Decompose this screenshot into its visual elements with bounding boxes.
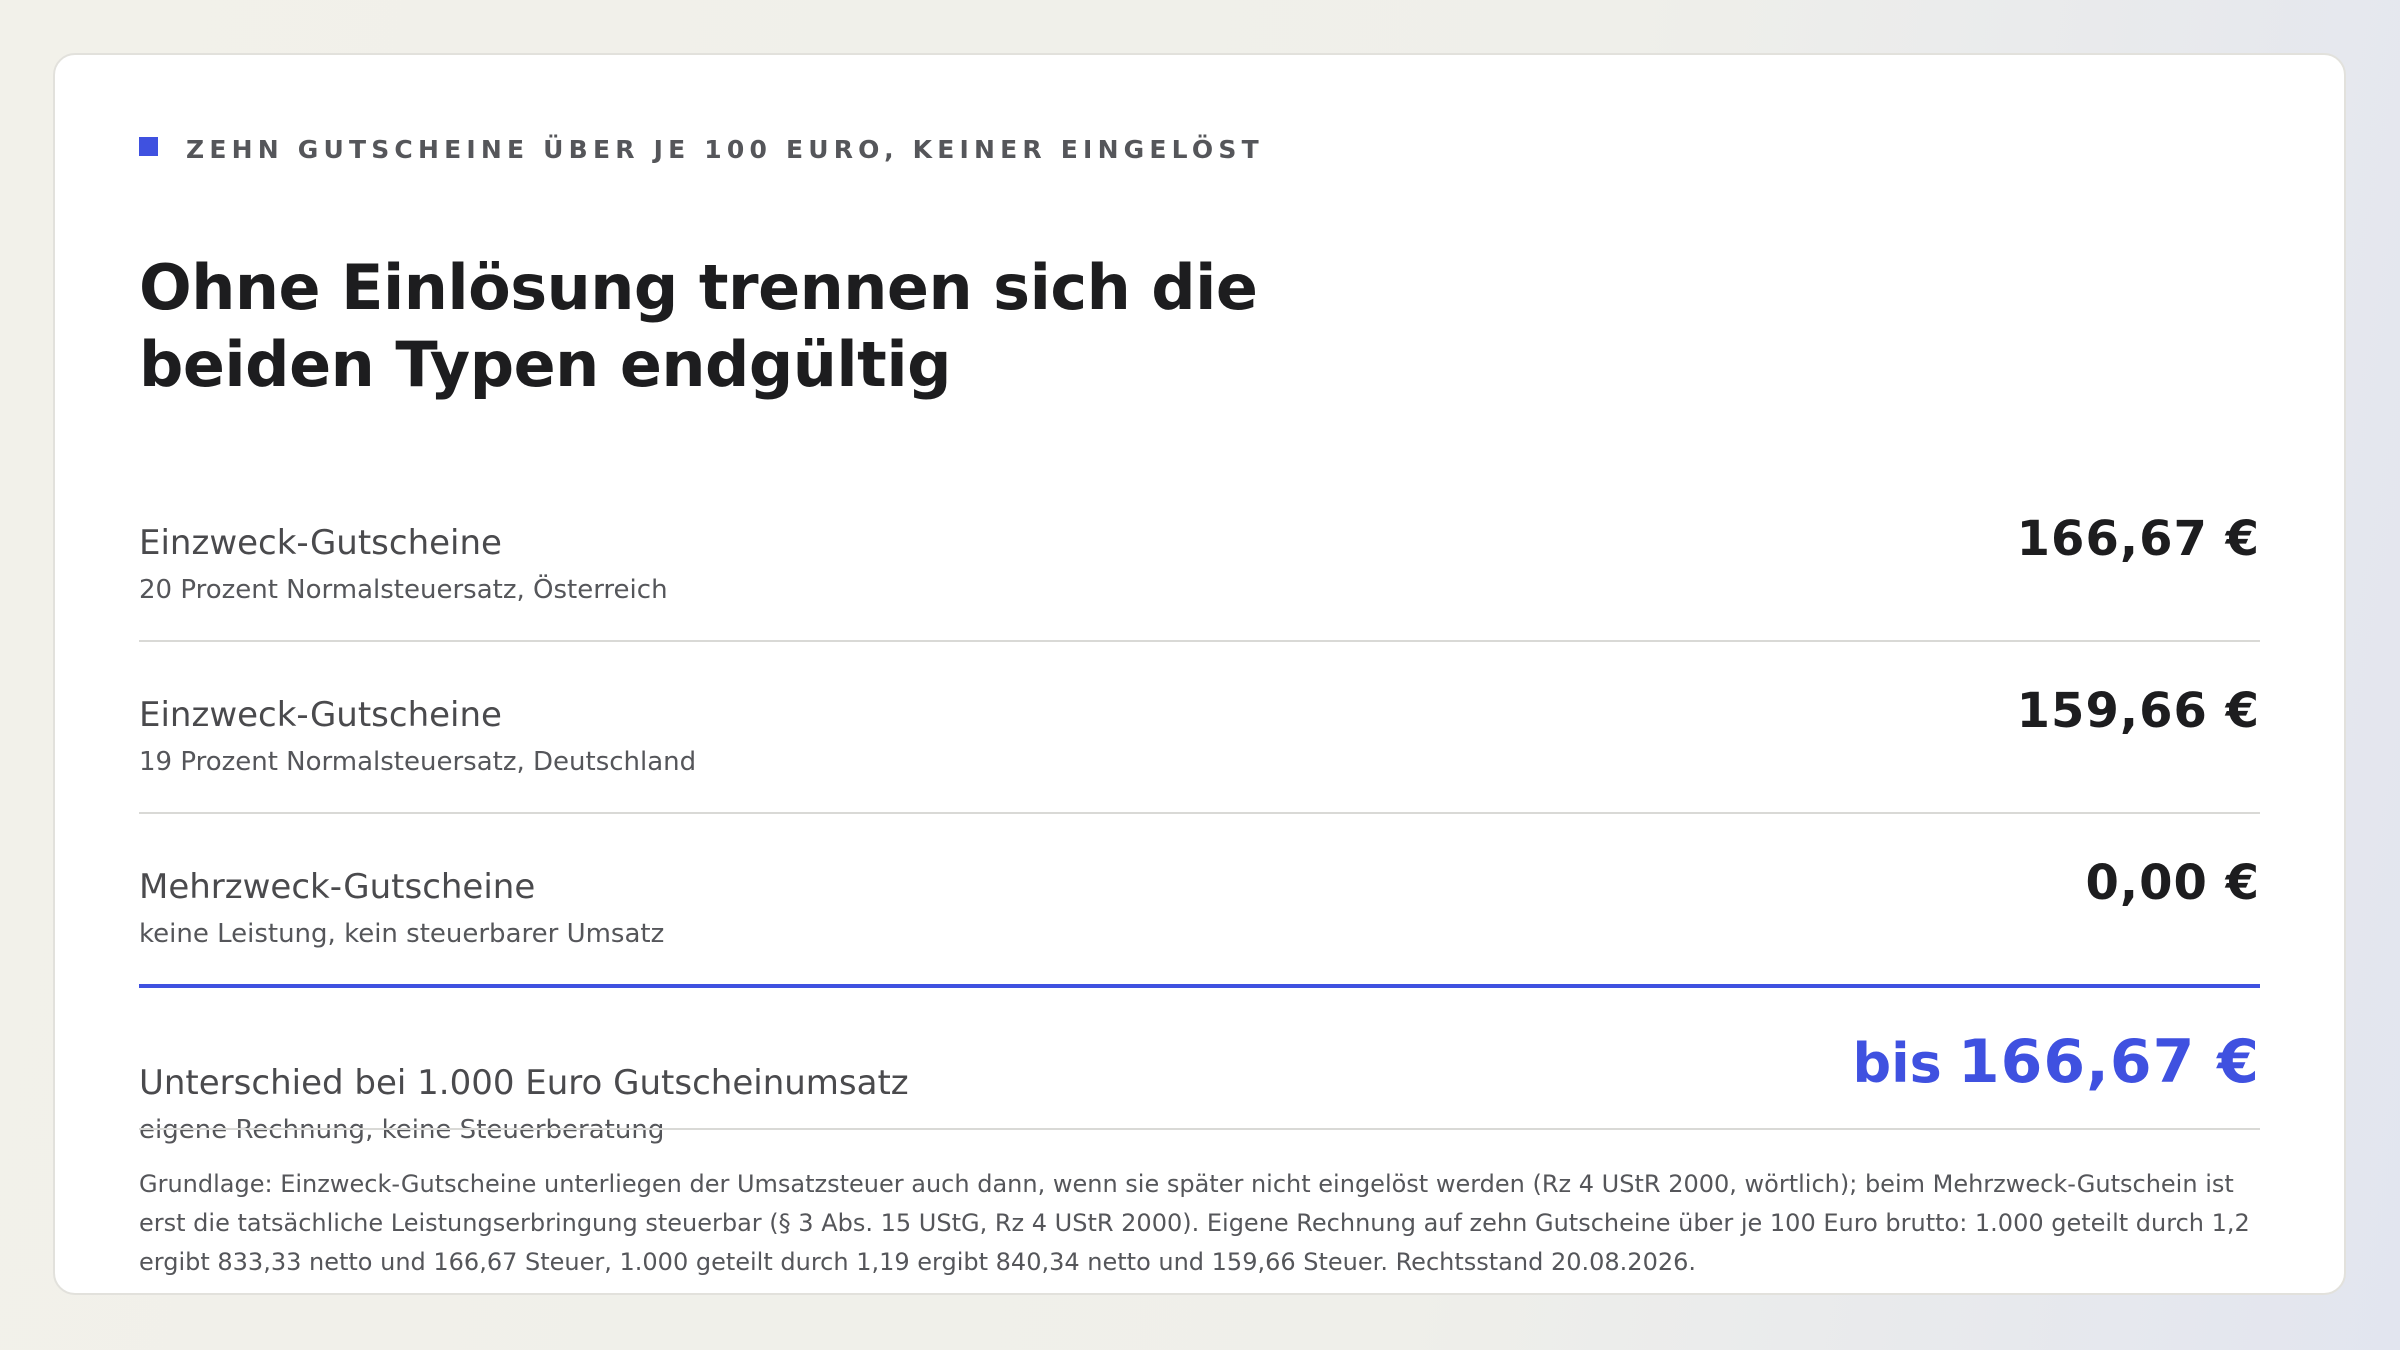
eyebrow: ZEHN GUTSCHEINE ÜBER JE 100 EURO, KEINER…	[139, 133, 1264, 165]
row-sublabel: 19 Prozent Normalsteuersatz, Deutschland	[139, 747, 697, 777]
eyebrow-text: ZEHN GUTSCHEINE ÜBER JE 100 EURO, KEINER…	[186, 134, 1264, 164]
row-sublabel: keine Leistung, kein steuerbarer Umsatz	[139, 919, 665, 949]
total-sublabel: eigene Rechnung, keine Steuerberatung	[139, 1115, 665, 1145]
result-row-mehrzweck: Mehrzweck-Gutscheine keine Leistung, kei…	[139, 855, 2260, 987]
total-amount: 166,67 €	[1957, 1027, 2260, 1097]
total-label: Unterschied bei 1.000 Euro Gutscheinumsa…	[139, 1063, 909, 1103]
card-content: ZEHN GUTSCHEINE ÜBER JE 100 EURO, KEINER…	[139, 55, 2260, 1293]
row-label: Einzweck-Gutscheine	[139, 523, 502, 563]
row-value: 166,67 €	[2016, 511, 2260, 567]
row-divider	[139, 812, 2260, 814]
row-value: 159,66 €	[2016, 683, 2260, 739]
row-divider	[139, 640, 2260, 642]
row-label: Mehrzweck-Gutscheine	[139, 867, 536, 907]
result-row-einzweck-de: Einzweck-Gutscheine 19 Prozent Normalste…	[139, 683, 2260, 815]
page-title-line-1: Ohne Einlösung trennen sich die	[139, 251, 1258, 324]
eyebrow-square-marker	[139, 136, 158, 156]
footnote-divider	[139, 1128, 2260, 1130]
row-sublabel: 20 Prozent Normalsteuersatz, Österreich	[139, 575, 668, 605]
total-prefix: bis	[1852, 1032, 1942, 1095]
total-divider-accent	[139, 984, 2260, 988]
total-value: bis 166,67 €	[1853, 1027, 2260, 1097]
row-value: 0,00 €	[2085, 855, 2260, 911]
footnote: Grundlage: Einzweck-Gutscheine unterlieg…	[139, 1170, 2250, 1276]
result-row-einzweck-at: Einzweck-Gutscheine 20 Prozent Normalste…	[139, 511, 2260, 643]
row-label: Einzweck-Gutscheine	[139, 695, 502, 735]
info-card: ZEHN GUTSCHEINE ÜBER JE 100 EURO, KEINER…	[53, 53, 2346, 1295]
page-title: Ohne Einlösung trennen sich die beiden T…	[139, 249, 1258, 403]
page-title-line-2: beiden Typen endgültig	[139, 328, 951, 401]
